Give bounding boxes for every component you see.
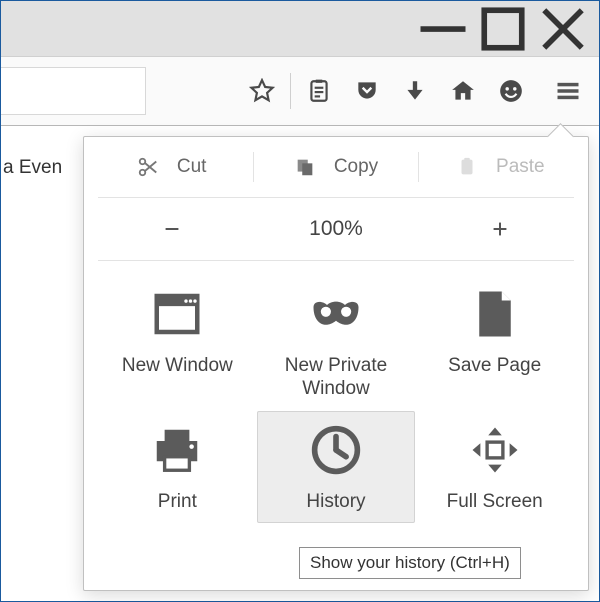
home-icon (450, 78, 476, 104)
paste-label: Paste (496, 156, 545, 178)
page-text-fragment: a Even (1, 151, 64, 185)
grid-label: New Private Window (261, 355, 412, 401)
minimize-button[interactable] (413, 6, 473, 52)
grid-label: History (306, 491, 365, 514)
paste-icon (456, 156, 478, 178)
zoom-row: 100% (90, 198, 582, 260)
window-icon (150, 287, 204, 341)
grid-label: Print (158, 491, 197, 514)
full-screen-button[interactable]: Full Screen (415, 411, 574, 524)
window-titlebar (1, 1, 599, 57)
history-button[interactable]: History (257, 411, 416, 524)
downloads-button[interactable] (395, 71, 435, 111)
fullscreen-icon (468, 423, 522, 477)
scissors-icon (137, 156, 159, 178)
zoom-in-button[interactable] (418, 198, 582, 260)
grid-label: Full Screen (447, 491, 543, 514)
copy-button[interactable]: Copy (254, 148, 417, 186)
new-window-button[interactable]: New Window (98, 275, 257, 411)
menu-grid: New Window New Private Window Save Page … (90, 261, 582, 533)
download-arrow-icon (402, 78, 428, 104)
mask-icon (309, 287, 363, 341)
menu-button[interactable] (543, 66, 593, 116)
maximize-button[interactable] (473, 6, 533, 52)
zoom-level[interactable]: 100% (254, 198, 418, 260)
minimize-icon (413, 0, 473, 59)
grid-label: New Window (122, 355, 233, 378)
star-icon (249, 78, 275, 104)
cut-label: Cut (177, 156, 207, 178)
url-bar-fragment (1, 57, 146, 126)
history-tooltip: Show your history (Ctrl+H) (299, 547, 521, 579)
plus-icon (489, 218, 511, 240)
paste-button[interactable]: Paste (419, 148, 582, 186)
minus-icon (161, 218, 183, 240)
bookmark-star-button[interactable] (242, 71, 282, 111)
edit-row: Cut Copy Paste (90, 137, 582, 197)
app-menu-panel: Cut Copy Paste 100% New Window New P (83, 136, 589, 591)
hamburger-icon (554, 77, 582, 105)
clipboard-icon (306, 78, 332, 104)
grid-label: Save Page (448, 355, 541, 378)
maximize-icon (473, 0, 533, 59)
cut-button[interactable]: Cut (90, 148, 253, 186)
pocket-icon (354, 78, 380, 104)
close-icon (533, 0, 593, 59)
copy-icon (294, 156, 316, 178)
print-button[interactable]: Print (98, 411, 257, 524)
save-page-button[interactable]: Save Page (415, 275, 574, 411)
toolbar-separator (290, 73, 291, 109)
reading-list-button[interactable] (299, 71, 339, 111)
clock-icon (309, 423, 363, 477)
copy-label: Copy (334, 156, 378, 178)
pocket-button[interactable] (347, 71, 387, 111)
zoom-out-button[interactable] (90, 198, 254, 260)
page-icon (468, 287, 522, 341)
printer-icon (150, 423, 204, 477)
new-private-window-button[interactable]: New Private Window (257, 275, 416, 411)
feedback-button[interactable] (491, 71, 531, 111)
close-button[interactable] (533, 6, 593, 52)
smiley-icon (498, 78, 524, 104)
home-button[interactable] (443, 71, 483, 111)
url-input[interactable] (1, 67, 146, 115)
